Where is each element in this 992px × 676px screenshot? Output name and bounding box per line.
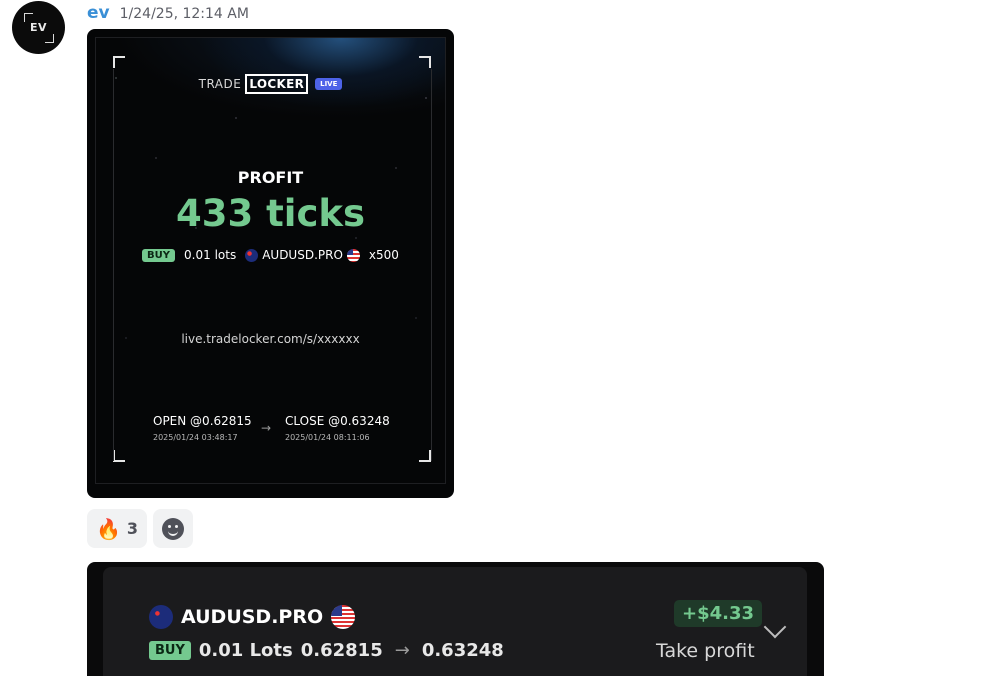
tradelocker-logo: TRADE LOCKER LIVE [87, 74, 454, 94]
trade-panel: AUDUSD.PRO +$4.33 BUY 0.01 Lots 0.62815 … [103, 567, 807, 676]
live-badge: LIVE [315, 78, 343, 90]
arrow-right-icon: → [394, 640, 410, 661]
open-price: 0.62815 [300, 640, 383, 661]
side-badge: BUY [149, 641, 191, 660]
arrow-right-icon: → [261, 421, 272, 435]
australia-flag-icon [149, 605, 173, 629]
trade-summary: BUY 0.01 lots AUDUSD.PRO x500 [87, 248, 454, 262]
close-reason: Take profit [656, 640, 755, 662]
message-header: ev 1/24/25, 12:14 AM [87, 3, 249, 23]
frame-corner [113, 450, 125, 462]
australia-flag-icon [245, 248, 259, 262]
username[interactable]: ev [87, 3, 110, 23]
trade-pair: AUDUSD.PRO [149, 605, 356, 629]
brand-trade: TRADE [198, 77, 242, 91]
frame-line [113, 69, 114, 461]
side-badge: BUY [142, 248, 176, 262]
add-reaction-button[interactable] [153, 509, 194, 548]
reaction-fire[interactable]: 🔥 3 [87, 509, 148, 548]
reactions-bar: 🔥 3 [87, 509, 194, 548]
share-link: live.tradelocker.com/s/xxxxxx [181, 332, 360, 346]
us-flag-icon [331, 605, 356, 629]
close-price: CLOSE @0.63248 [285, 414, 390, 428]
share-card-image[interactable]: TRADE LOCKER LIVE PROFIT 433 ticks BUY 0… [87, 29, 454, 498]
add-reaction-icon [162, 517, 185, 540]
lots-text: 0.01 Lots [198, 640, 293, 661]
pair-info: AUDUSD.PRO [245, 248, 360, 262]
user-avatar[interactable]: EV [12, 1, 65, 54]
frame-line [431, 69, 432, 461]
chevron-down-icon[interactable] [763, 615, 787, 639]
message-timestamp: 1/24/25, 12:14 AM [119, 6, 249, 22]
pair-text: AUDUSD.PRO [262, 248, 343, 262]
ev-logo-icon: EV [23, 12, 54, 43]
leverage-text: x500 [368, 248, 399, 262]
open-time: 2025/01/24 03:48:17 [153, 433, 238, 442]
fire-emoji-icon: 🔥 [96, 516, 121, 541]
pnl-badge: +$4.33 [674, 600, 763, 627]
profit-label: PROFIT [237, 168, 304, 187]
frame-corner [419, 56, 431, 68]
avatar-text: EV [29, 21, 48, 34]
brand-locker: LOCKER [245, 74, 309, 94]
close-price: 0.63248 [421, 640, 504, 661]
reaction-count: 3 [126, 519, 139, 538]
open-price: OPEN @0.62815 [153, 414, 252, 428]
trade-details: BUY 0.01 Lots 0.62815 → 0.63248 [149, 640, 504, 661]
open-info: OPEN @0.62815 2025/01/24 03:48:17 [153, 414, 252, 442]
trade-card-image[interactable]: AUDUSD.PRO +$4.33 BUY 0.01 Lots 0.62815 … [87, 562, 824, 676]
frame-corner [113, 56, 125, 68]
close-time: 2025/01/24 08:11:06 [285, 433, 370, 442]
profit-value: 433 ticks [175, 192, 366, 235]
frame-corner [419, 450, 431, 462]
trade-pair-text: AUDUSD.PRO [181, 606, 324, 628]
us-flag-icon [346, 248, 360, 262]
close-info: CLOSE @0.63248 2025/01/24 08:11:06 [285, 414, 390, 442]
lots-text: 0.01 lots [184, 248, 237, 262]
